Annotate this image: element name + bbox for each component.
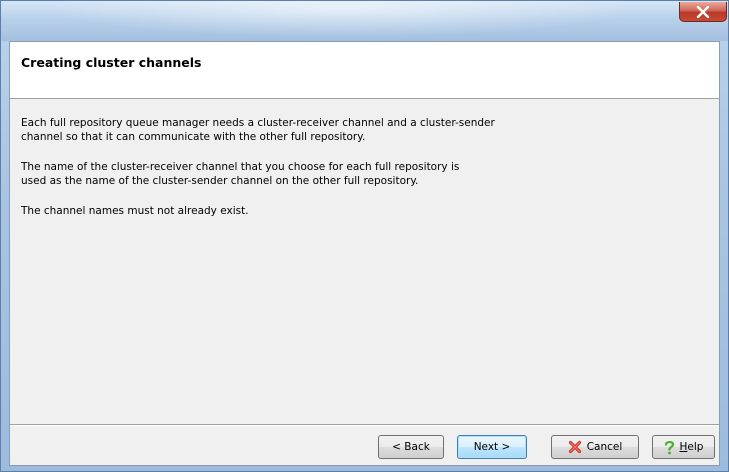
next-button[interactable]: Next > [457,435,527,459]
wizard-content: Creating cluster channels Each full repo… [9,41,720,466]
next-button-label: Next > [473,441,511,453]
wizard-body: Each full repository queue manager needs… [10,99,719,424]
question-mark-icon [664,440,675,455]
help-button[interactable]: Help [652,435,715,459]
cancel-button[interactable]: Cancel [551,435,639,459]
footer-divider-highlight [10,425,719,426]
help-label-rest: elp [687,441,704,453]
close-icon [696,5,710,18]
info-paragraph-3: The channel names must not already exist… [21,204,249,218]
paragraph-3-line-1: The channel names must not already exist… [21,205,249,217]
info-paragraph-1: Each full repository queue manager needs… [21,116,495,144]
paragraph-1-line-2: channel so that it can communicate with … [21,131,366,143]
paragraph-1-line-1: Each full repository queue manager needs… [21,117,495,129]
close-button[interactable] [679,2,727,22]
back-button-label: < Back [392,441,430,453]
help-button-label: Help [680,441,704,453]
title-bar[interactable] [1,1,728,41]
paragraph-2-line-1: The name of the cluster-receiver channel… [21,161,460,173]
info-paragraph-2: The name of the cluster-receiver channel… [21,160,459,188]
title-bar-glow [41,1,641,37]
wizard-header: Creating cluster channels [10,42,719,99]
paragraph-2-line-2: used as the name of the cluster-sender c… [21,175,419,187]
dialog-window: Creating cluster channels Each full repo… [0,0,729,472]
red-x-icon [568,440,582,454]
back-button[interactable]: < Back [378,435,444,459]
page-title: Creating cluster channels [21,55,202,70]
cancel-button-label: Cancel [586,441,623,453]
